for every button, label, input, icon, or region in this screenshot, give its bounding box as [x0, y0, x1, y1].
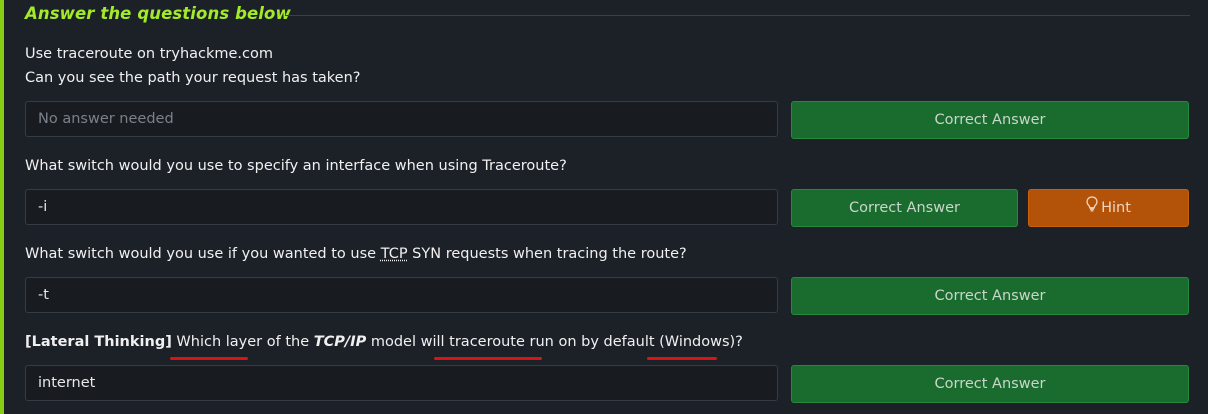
answer-input-3[interactable]: -t — [25, 277, 778, 313]
lateral-thinking-tag: [Lateral Thinking] — [25, 334, 172, 350]
section-heading: Answer the questions below — [25, 4, 291, 23]
question-4-text: [Lateral Thinking] Which layer of the TC… — [25, 334, 743, 350]
tcp-abbreviation: TCP — [380, 246, 408, 262]
answer-input-4[interactable]: internet — [25, 365, 778, 401]
question-1-line-1: Use traceroute on tryhackme.com — [25, 46, 274, 62]
correct-answer-button-2[interactable]: Correct Answer — [791, 189, 1018, 227]
section-accent-bar — [0, 0, 4, 414]
lightbulb-icon — [1086, 190, 1098, 226]
tcp-ip-term: TCP/IP — [313, 334, 367, 350]
question-2-text: What switch would you use to specify an … — [25, 158, 567, 174]
correct-answer-button-4[interactable]: Correct Answer — [791, 365, 1189, 403]
correct-answer-button-1[interactable]: Correct Answer — [791, 101, 1189, 139]
question-3-text: What switch would you use if you wanted … — [25, 246, 687, 262]
heading-divider — [285, 15, 1190, 16]
annotation-underline-windows — [647, 357, 717, 360]
correct-answer-button-3[interactable]: Correct Answer — [791, 277, 1189, 315]
answer-input-2[interactable]: -i — [25, 189, 778, 225]
hint-label: Hint — [1101, 200, 1131, 216]
question-1-line-2: Can you see the path your request has ta… — [25, 70, 361, 86]
hint-button[interactable]: Hint — [1028, 189, 1189, 227]
answer-input-1[interactable]: No answer needed — [25, 101, 778, 137]
annotation-underline-traceroute-run — [434, 357, 542, 360]
annotation-underline-which-layer — [170, 357, 248, 360]
